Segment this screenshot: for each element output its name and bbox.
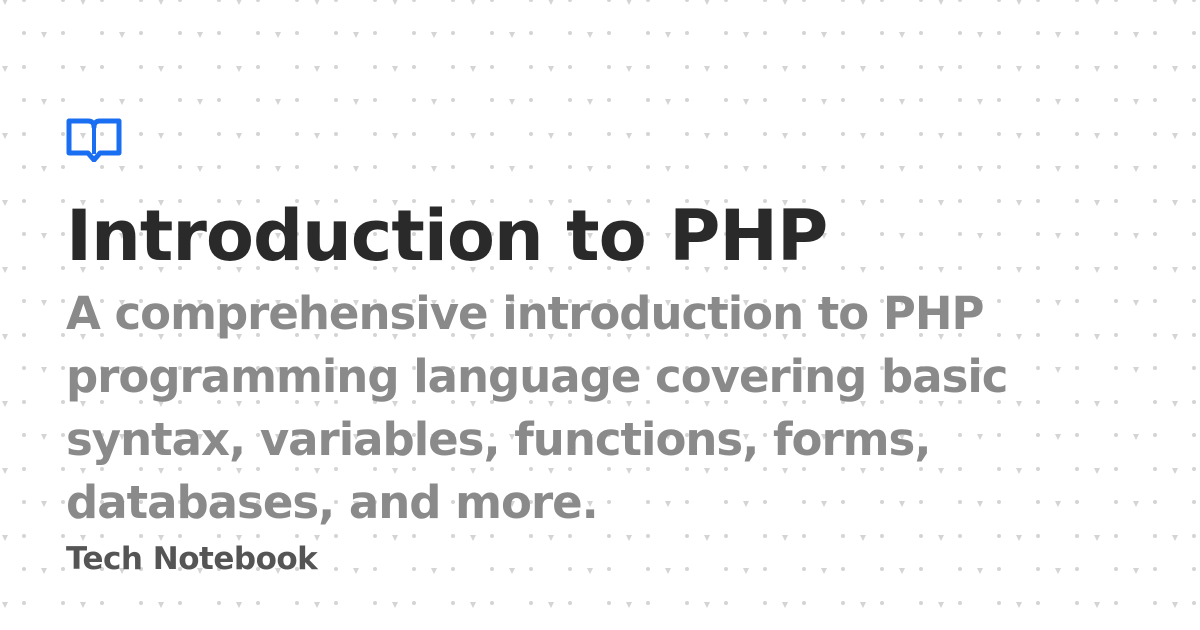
page-title: Introduction to PHP	[66, 195, 828, 277]
card-content: Introduction to PHP A comprehensive intr…	[66, 118, 1156, 584]
book-icon	[66, 118, 122, 162]
site-name: Tech Notebook	[66, 541, 318, 577]
page-description: A comprehensive introduction to PHP prog…	[66, 287, 1009, 529]
